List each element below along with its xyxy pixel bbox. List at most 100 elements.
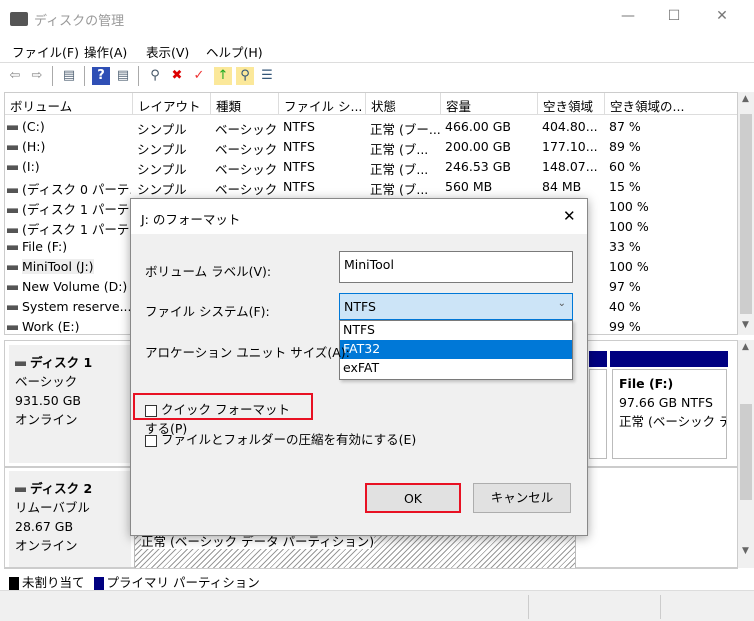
table-cell: 84 MB (542, 179, 582, 194)
table-cell: ベーシック (215, 142, 278, 157)
settings-list-icon[interactable]: ☰ (258, 67, 276, 85)
back-icon[interactable]: ⇦ (6, 67, 24, 85)
volume-name: (ディスク 0 パーテ... (22, 182, 131, 197)
delete-icon[interactable]: ✖ (168, 67, 186, 85)
menu-action[interactable]: 操作(A) (84, 42, 127, 61)
dialog-title: J: のフォーマット (141, 212, 241, 227)
minimize-button[interactable]: — (618, 8, 638, 28)
search-folder-icon[interactable]: ⚲ (236, 67, 254, 85)
table-row[interactable]: (I:) (7, 157, 131, 177)
drive-icon (7, 245, 18, 250)
title-bar: ディスクの管理 — ☐ ✕ (0, 0, 754, 38)
table-cell: 正常 (ブ... (370, 162, 429, 177)
table-cell: 560 MB (445, 179, 493, 194)
file-system-label: ファイル システム(F): (145, 304, 270, 319)
volume-list-scrollbar[interactable]: ▲ ▼ (738, 92, 754, 335)
table-row[interactable]: MiniTool (J:) (7, 257, 131, 277)
table-row[interactable]: File (F:) (7, 237, 131, 257)
volume-name: (ディスク 1 パーテ... (22, 222, 131, 237)
status-bar (0, 590, 754, 621)
partition-status: 正常 (ベーシック データ パーティション) (141, 534, 375, 549)
drive-icon (7, 208, 18, 213)
column-header[interactable]: 空き領域の... (605, 93, 737, 115)
volume-label-input[interactable]: MiniTool (339, 251, 573, 283)
table-cell: 177.10... (542, 139, 598, 154)
table-row[interactable]: (ディスク 1 パーテ... (7, 197, 131, 217)
menu-file[interactable]: ファイル(F) (12, 42, 79, 61)
compression-checkbox[interactable]: ファイルとフォルダーの圧縮を有効にする(E) (135, 427, 426, 450)
option-exfat[interactable]: exFAT (340, 359, 572, 378)
column-header[interactable]: 空き領域 (538, 93, 605, 115)
option-ntfs[interactable]: NTFS (340, 321, 572, 340)
menu-help[interactable]: ヘルプ(H) (206, 42, 263, 61)
table-cell: 40 % (609, 299, 641, 314)
maximize-button[interactable]: ☐ (664, 8, 684, 28)
checkbox-icon (145, 434, 157, 447)
table-cell: ベーシック (215, 182, 278, 197)
legend-unallocated: 未割り当て (22, 575, 85, 590)
help-icon[interactable]: ? (92, 67, 110, 85)
dialog-title-bar: J: のフォーマット ✕ (131, 199, 587, 234)
table-cell: 89 % (609, 139, 641, 154)
table-row[interactable]: (ディスク 0 パーテ... (7, 177, 131, 197)
allocation-unit-label: アロケーション ユニット サイズ(A): (145, 345, 350, 360)
ok-button[interactable]: OK (365, 483, 461, 513)
column-header[interactable]: 種類 (211, 93, 279, 115)
table-cell: 100 % (609, 219, 649, 234)
disk-size: 931.50 GB (15, 393, 81, 408)
table-row[interactable]: (C:) (7, 117, 131, 137)
toolbar: ⇦ ⇨ ▤ ? ▤ ⚲ ✖ ✓ ↑ ⚲ ☰ (0, 62, 754, 88)
partition-file-f[interactable]: File (F:) 97.66 GB NTFS 正常 (ベーシック デ (612, 369, 727, 459)
table-cell: 246.53 GB (445, 159, 511, 174)
volume-name: Work (E:) (22, 319, 80, 334)
quick-format-checkbox[interactable]: クイック フォーマットする(P) (133, 393, 313, 436)
column-header[interactable]: レイアウト (133, 93, 211, 115)
disk-status: オンライン (15, 538, 78, 553)
partition[interactable] (589, 369, 607, 459)
partition-header-bar (610, 351, 728, 367)
forward-icon[interactable]: ⇨ (28, 67, 46, 85)
folder-up-icon[interactable]: ↑ (214, 67, 232, 85)
dialog-close-button[interactable]: ✕ (563, 207, 576, 225)
drive-icon (7, 165, 18, 170)
drive-icon (7, 188, 18, 193)
disk-status: オンライン (15, 412, 78, 427)
table-cell: 466.00 GB (445, 119, 511, 134)
table-cell: 60 % (609, 159, 641, 174)
table-row[interactable]: New Volume (D:) (7, 277, 131, 297)
table-row[interactable]: (ディスク 1 パーテ... (7, 217, 131, 237)
volume-name: New Volume (D:) (22, 279, 128, 294)
action-pane-icon[interactable]: ▤ (114, 67, 132, 85)
column-header[interactable]: ボリューム (5, 93, 133, 115)
volume-name: File (F:) (22, 239, 68, 254)
table-row[interactable]: (H:) (7, 137, 131, 157)
partition-name: File (F:) (619, 376, 674, 391)
disk-view-scrollbar[interactable]: ▲ ▼ (738, 340, 754, 568)
table-cell: 148.07... (542, 159, 598, 174)
cancel-button[interactable]: キャンセル (473, 483, 571, 513)
close-button[interactable]: ✕ (712, 8, 732, 28)
column-header[interactable]: 容量 (441, 93, 538, 115)
table-row[interactable]: System reserve... (7, 297, 131, 317)
menu-view[interactable]: 表示(V) (146, 42, 189, 61)
properties-icon[interactable]: ✓ (190, 67, 208, 85)
chevron-down-icon: ⌄ (557, 298, 566, 309)
column-header[interactable]: ファイル シ... (279, 93, 366, 115)
disk-management-icon (10, 12, 28, 26)
console-tree-icon[interactable]: ▤ (60, 67, 78, 85)
table-cell: 87 % (609, 119, 641, 134)
table-cell: ベーシック (215, 122, 278, 137)
disk-2-label[interactable]: ディスク 2 リムーバブル 28.67 GB オンライン (9, 471, 131, 567)
volume-name: (C:) (22, 119, 45, 134)
table-row[interactable]: Work (E:) (7, 317, 131, 334)
disk-1-label[interactable]: ディスク 1 ベーシック 931.50 GB オンライン (9, 345, 131, 463)
drive-icon (7, 265, 18, 270)
file-system-select[interactable]: NTFS ⌄ (339, 293, 573, 320)
legend-primary: プライマリ パーティション (106, 575, 260, 590)
drive-icon (7, 325, 18, 330)
partition-header-bar (589, 351, 607, 367)
connect-drive-icon[interactable]: ⚲ (146, 67, 164, 85)
option-fat32[interactable]: FAT32 (340, 340, 572, 359)
table-cell: NTFS (283, 119, 315, 134)
column-header[interactable]: 状態 (366, 93, 441, 115)
